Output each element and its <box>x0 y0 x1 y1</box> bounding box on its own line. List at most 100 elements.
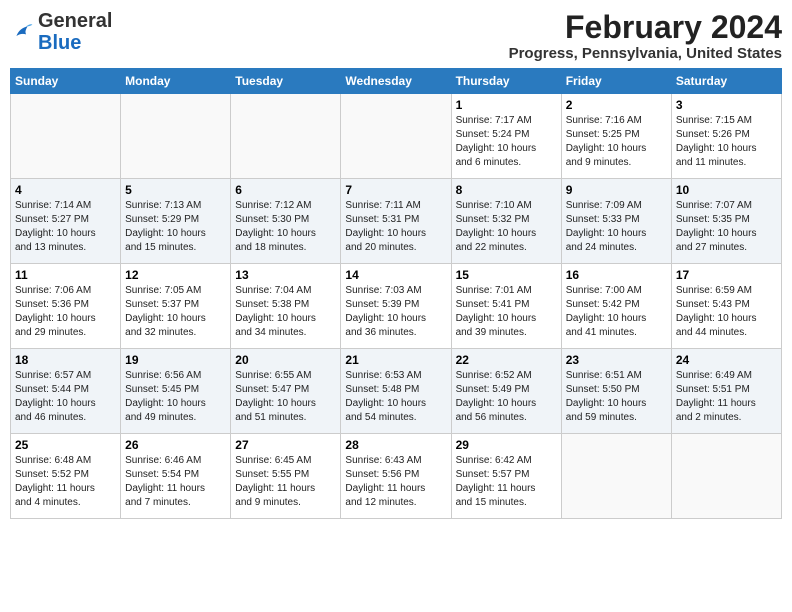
calendar-cell: 17 Sunrise: 6:59 AMSunset: 5:43 PMDayligh… <box>671 264 781 349</box>
calendar-cell: 3 Sunrise: 7:15 AMSunset: 5:26 PMDaylight… <box>671 94 781 179</box>
calendar-cell <box>11 94 121 179</box>
logo-text: General Blue <box>38 10 112 54</box>
day-info: Sunrise: 6:51 AMSunset: 5:50 PMDaylight:… <box>566 369 667 425</box>
day-number: 23 <box>566 353 667 367</box>
calendar-cell: 8Sunrise: 7:10 AMSunset: 5:32 PMDaylight… <box>451 179 561 264</box>
header-day-sunday: Sunday <box>11 69 121 94</box>
calendar-cell: 26 Sunrise: 6:46 AMSunset: 5:54 PMDayligh… <box>121 434 231 519</box>
logo-bird-icon <box>10 20 34 44</box>
calendar-cell: 9 Sunrise: 7:09 AMSunset: 5:33 PMDaylight… <box>561 179 671 264</box>
header-day-thursday: Thursday <box>451 69 561 94</box>
calendar-cell: 29 Sunrise: 6:42 AMSunset: 5:57 PMDayligh… <box>451 434 561 519</box>
day-number: 1 <box>456 98 557 112</box>
day-number: 12 <box>125 268 226 282</box>
calendar-cell: 7 Sunrise: 7:11 AMSunset: 5:31 PMDaylight… <box>341 179 451 264</box>
calendar-body: 1Sunrise: 7:17 AMSunset: 5:24 PMDaylight… <box>11 94 782 519</box>
day-info: Sunrise: 7:12 AMSunset: 5:30 PMDaylight:… <box>235 199 336 255</box>
day-info: Sunrise: 6:49 AMSunset: 5:51 PMDaylight:… <box>676 369 777 425</box>
calendar-cell <box>341 94 451 179</box>
title-block: February 2024 Progress, Pennsylvania, Un… <box>509 10 782 62</box>
header-row: SundayMondayTuesdayWednesdayThursdayFrid… <box>11 69 782 94</box>
calendar-cell <box>121 94 231 179</box>
day-info: Sunrise: 6:43 AMSunset: 5:56 PMDaylight:… <box>345 454 446 510</box>
calendar-table: SundayMondayTuesdayWednesdayThursdayFrid… <box>10 68 782 519</box>
week-row-5: 25 Sunrise: 6:48 AMSunset: 5:52 PMDayligh… <box>11 434 782 519</box>
day-number: 13 <box>235 268 336 282</box>
calendar-cell: 24 Sunrise: 6:49 AMSunset: 5:51 PMDayligh… <box>671 349 781 434</box>
calendar-cell <box>671 434 781 519</box>
day-number: 28 <box>345 438 446 452</box>
day-number: 25 <box>15 438 116 452</box>
day-number: 4 <box>15 183 116 197</box>
calendar-cell: 5 Sunrise: 7:13 AMSunset: 5:29 PMDaylight… <box>121 179 231 264</box>
day-info: Sunrise: 6:57 AMSunset: 5:44 PMDaylight:… <box>15 369 116 425</box>
day-number: 2 <box>566 98 667 112</box>
calendar-cell: 25 Sunrise: 6:48 AMSunset: 5:52 PMDayligh… <box>11 434 121 519</box>
calendar-cell: 22Sunrise: 6:52 AMSunset: 5:49 PMDayligh… <box>451 349 561 434</box>
day-number: 5 <box>125 183 226 197</box>
week-row-3: 11 Sunrise: 7:06 AMSunset: 5:36 PMDayligh… <box>11 264 782 349</box>
calendar-cell: 2 Sunrise: 7:16 AMSunset: 5:25 PMDaylight… <box>561 94 671 179</box>
day-info: Sunrise: 6:46 AMSunset: 5:54 PMDaylight:… <box>125 454 226 510</box>
calendar-cell: 10 Sunrise: 7:07 AMSunset: 5:35 PMDayligh… <box>671 179 781 264</box>
day-number: 10 <box>676 183 777 197</box>
calendar-cell: 1Sunrise: 7:17 AMSunset: 5:24 PMDaylight… <box>451 94 561 179</box>
day-info: Sunrise: 6:48 AMSunset: 5:52 PMDaylight:… <box>15 454 116 510</box>
day-number: 29 <box>456 438 557 452</box>
calendar-cell: 19 Sunrise: 6:56 AMSunset: 5:45 PMDayligh… <box>121 349 231 434</box>
day-info: Sunrise: 6:53 AMSunset: 5:48 PMDaylight:… <box>345 369 446 425</box>
header-day-wednesday: Wednesday <box>341 69 451 94</box>
day-info: Sunrise: 6:42 AMSunset: 5:57 PMDaylight:… <box>456 454 557 510</box>
calendar-cell: 23 Sunrise: 6:51 AMSunset: 5:50 PMDayligh… <box>561 349 671 434</box>
day-info: Sunrise: 7:10 AMSunset: 5:32 PMDaylight:… <box>456 199 557 255</box>
day-info: Sunrise: 7:03 AMSunset: 5:39 PMDaylight:… <box>345 284 446 340</box>
day-number: 20 <box>235 353 336 367</box>
day-number: 26 <box>125 438 226 452</box>
day-info: Sunrise: 7:05 AMSunset: 5:37 PMDaylight:… <box>125 284 226 340</box>
calendar-header: SundayMondayTuesdayWednesdayThursdayFrid… <box>11 69 782 94</box>
day-info: Sunrise: 7:14 AMSunset: 5:27 PMDaylight:… <box>15 199 116 255</box>
day-info: Sunrise: 7:06 AMSunset: 5:36 PMDaylight:… <box>15 284 116 340</box>
day-info: Sunrise: 6:59 AMSunset: 5:43 PMDaylight:… <box>676 284 777 340</box>
day-number: 22 <box>456 353 557 367</box>
day-number: 11 <box>15 268 116 282</box>
calendar-cell <box>561 434 671 519</box>
week-row-2: 4 Sunrise: 7:14 AMSunset: 5:27 PMDaylight… <box>11 179 782 264</box>
day-number: 19 <box>125 353 226 367</box>
calendar-cell: 13 Sunrise: 7:04 AMSunset: 5:38 PMDayligh… <box>231 264 341 349</box>
day-info: Sunrise: 6:55 AMSunset: 5:47 PMDaylight:… <box>235 369 336 425</box>
page-title: February 2024 <box>509 10 782 45</box>
header-day-tuesday: Tuesday <box>231 69 341 94</box>
calendar-cell: 14 Sunrise: 7:03 AMSunset: 5:39 PMDayligh… <box>341 264 451 349</box>
day-info: Sunrise: 7:09 AMSunset: 5:33 PMDaylight:… <box>566 199 667 255</box>
day-number: 24 <box>676 353 777 367</box>
calendar-cell: 12 Sunrise: 7:05 AMSunset: 5:37 PMDayligh… <box>121 264 231 349</box>
calendar-cell: 16Sunrise: 7:00 AMSunset: 5:42 PMDayligh… <box>561 264 671 349</box>
calendar-cell: 11 Sunrise: 7:06 AMSunset: 5:36 PMDayligh… <box>11 264 121 349</box>
calendar-cell: 15Sunrise: 7:01 AMSunset: 5:41 PMDayligh… <box>451 264 561 349</box>
calendar-cell: 6Sunrise: 7:12 AMSunset: 5:30 PMDaylight… <box>231 179 341 264</box>
day-info: Sunrise: 7:13 AMSunset: 5:29 PMDaylight:… <box>125 199 226 255</box>
calendar-cell: 28 Sunrise: 6:43 AMSunset: 5:56 PMDayligh… <box>341 434 451 519</box>
day-number: 14 <box>345 268 446 282</box>
day-number: 21 <box>345 353 446 367</box>
day-number: 3 <box>676 98 777 112</box>
day-number: 9 <box>566 183 667 197</box>
day-info: Sunrise: 7:04 AMSunset: 5:38 PMDaylight:… <box>235 284 336 340</box>
week-row-4: 18Sunrise: 6:57 AMSunset: 5:44 PMDayligh… <box>11 349 782 434</box>
day-info: Sunrise: 7:16 AMSunset: 5:25 PMDaylight:… <box>566 114 667 170</box>
logo: General Blue <box>10 10 112 54</box>
calendar-cell: 27Sunrise: 6:45 AMSunset: 5:55 PMDayligh… <box>231 434 341 519</box>
day-number: 7 <box>345 183 446 197</box>
page-header: General Blue February 2024 Progress, Pen… <box>10 10 782 62</box>
day-info: Sunrise: 6:56 AMSunset: 5:45 PMDaylight:… <box>125 369 226 425</box>
day-info: Sunrise: 7:07 AMSunset: 5:35 PMDaylight:… <box>676 199 777 255</box>
day-info: Sunrise: 7:15 AMSunset: 5:26 PMDaylight:… <box>676 114 777 170</box>
header-day-monday: Monday <box>121 69 231 94</box>
calendar-cell: 4 Sunrise: 7:14 AMSunset: 5:27 PMDaylight… <box>11 179 121 264</box>
day-info: Sunrise: 7:11 AMSunset: 5:31 PMDaylight:… <box>345 199 446 255</box>
day-number: 17 <box>676 268 777 282</box>
week-row-1: 1Sunrise: 7:17 AMSunset: 5:24 PMDaylight… <box>11 94 782 179</box>
calendar-cell: 20 Sunrise: 6:55 AMSunset: 5:47 PMDayligh… <box>231 349 341 434</box>
calendar-cell <box>231 94 341 179</box>
